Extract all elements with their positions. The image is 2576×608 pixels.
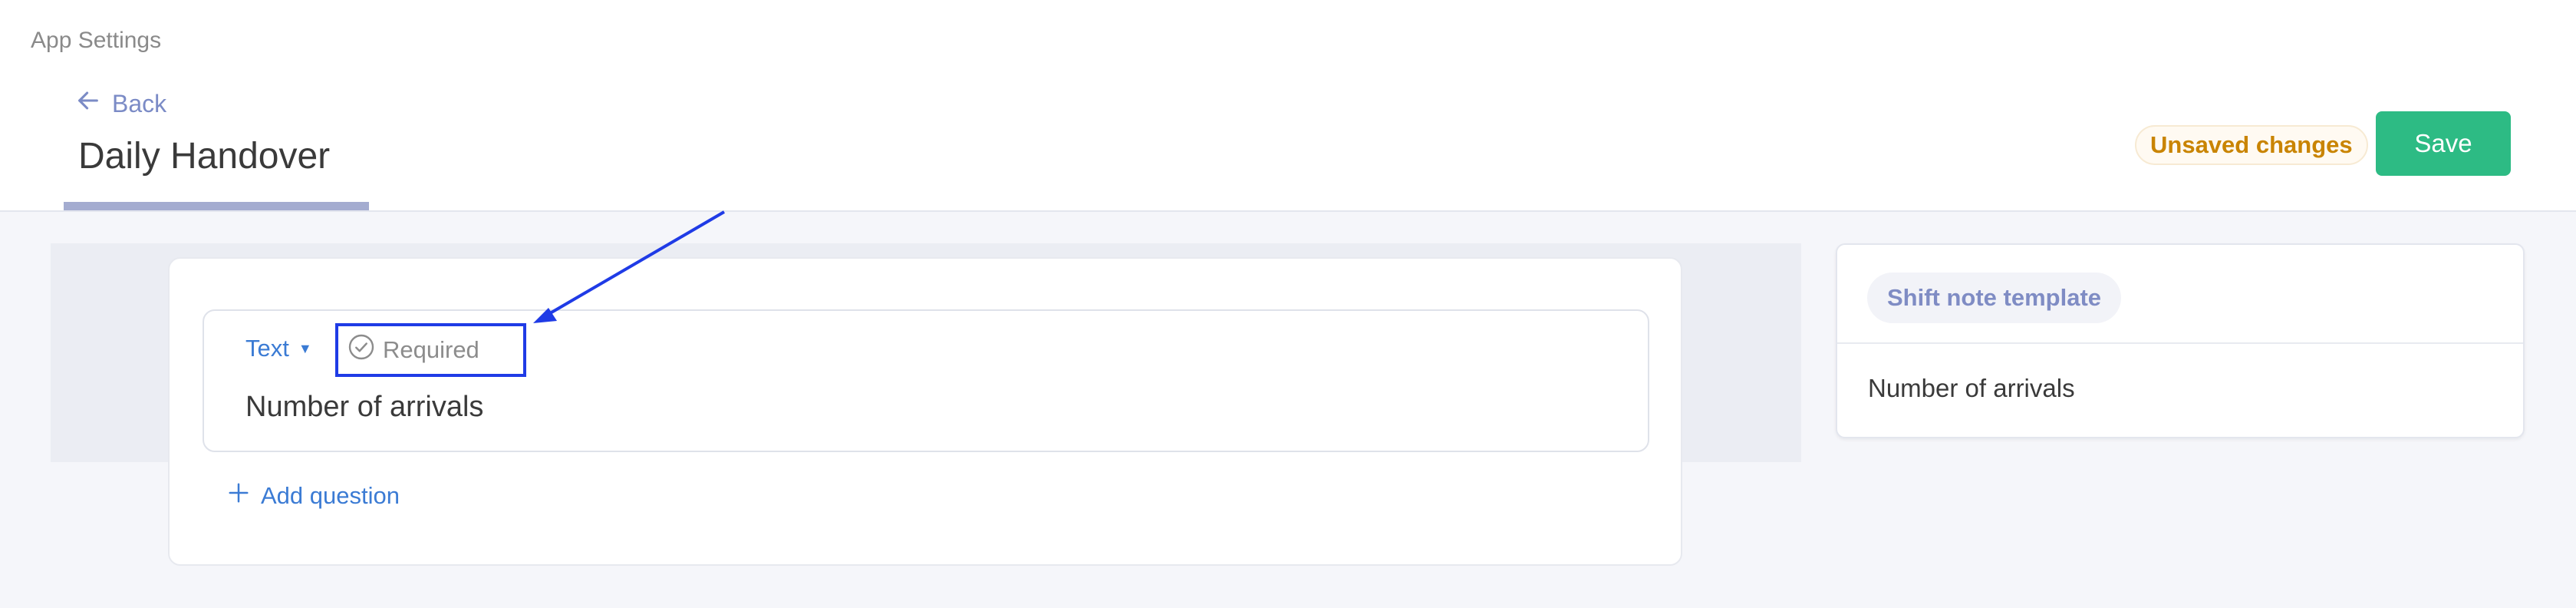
status-badge: Unsaved changes bbox=[2135, 125, 2368, 165]
plus-icon bbox=[227, 481, 250, 511]
arrow-left-icon bbox=[75, 88, 101, 120]
preview-question: Number of arrivals bbox=[1868, 374, 2075, 402]
check-circle-icon bbox=[348, 333, 375, 367]
active-tab-indicator bbox=[64, 202, 369, 210]
caret-down-icon: ▼ bbox=[298, 340, 312, 356]
add-question-button[interactable]: Add question bbox=[227, 481, 400, 511]
required-label: Required bbox=[383, 336, 479, 363]
back-button[interactable]: Back bbox=[75, 88, 166, 120]
page-header: App Settings Back Daily Handover Unsaved… bbox=[0, 0, 2576, 212]
question-type-select[interactable]: Text ▼ bbox=[245, 335, 312, 362]
add-question-label: Add question bbox=[261, 482, 400, 509]
required-toggle[interactable]: Required bbox=[335, 323, 526, 377]
divider bbox=[1837, 342, 2523, 344]
page-title: Daily Handover bbox=[78, 136, 331, 177]
question-type-label: Text bbox=[245, 335, 289, 362]
breadcrumb[interactable]: App Settings bbox=[31, 28, 161, 54]
save-button[interactable]: Save bbox=[2376, 111, 2511, 176]
question-text-input[interactable]: Number of arrivals bbox=[245, 391, 483, 424]
template-name-tag: Shift note template bbox=[1867, 273, 2122, 323]
back-label: Back bbox=[112, 89, 167, 117]
